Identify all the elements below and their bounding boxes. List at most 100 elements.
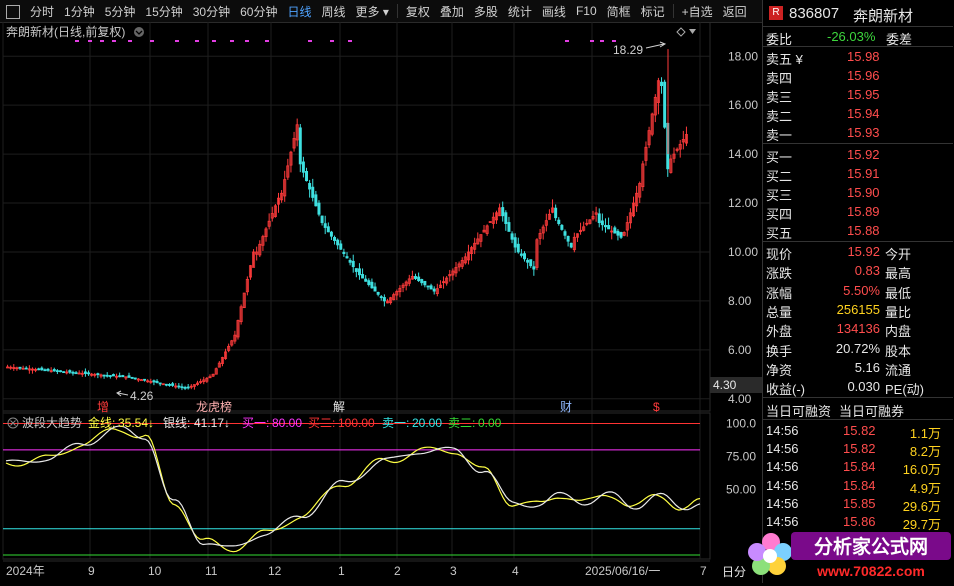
toolbar-button-11[interactable]: 多股	[469, 3, 503, 20]
toolbar-button-10[interactable]: 叠加	[435, 3, 469, 20]
candle[interactable]	[74, 372, 78, 375]
candle[interactable]	[317, 202, 321, 215]
toolbar-button-13[interactable]: 画线	[537, 3, 571, 20]
candle[interactable]	[102, 374, 106, 377]
candle[interactable]	[143, 378, 147, 381]
candle[interactable]	[52, 369, 56, 372]
candle[interactable]	[432, 288, 436, 292]
toolbar-button-3[interactable]: 15分钟	[140, 3, 187, 20]
candle[interactable]	[83, 371, 87, 374]
candle[interactable]	[376, 292, 380, 295]
candle[interactable]	[180, 386, 184, 389]
candle[interactable]	[336, 239, 340, 246]
candle[interactable]	[373, 286, 377, 292]
candle[interactable]	[600, 220, 604, 226]
candle[interactable]	[326, 226, 330, 233]
candle[interactable]	[177, 385, 181, 388]
candle[interactable]	[127, 375, 131, 378]
candle[interactable]	[507, 222, 511, 232]
candle[interactable]	[423, 280, 427, 286]
toolbar-button-8[interactable]: 更多 ▾	[351, 3, 394, 20]
candle[interactable]	[59, 370, 62, 373]
candle[interactable]	[504, 212, 508, 224]
candle[interactable]	[37, 368, 41, 371]
candle[interactable]	[164, 383, 168, 386]
candle[interactable]	[24, 367, 28, 370]
toolbar-button-6[interactable]: 日线	[282, 3, 316, 20]
candle[interactable]	[342, 251, 346, 255]
candle[interactable]	[121, 375, 125, 378]
candle[interactable]	[554, 207, 558, 219]
toolbar-button-1[interactable]: 1分钟	[59, 3, 100, 20]
candle[interactable]	[510, 233, 514, 240]
candle[interactable]	[186, 386, 190, 389]
candle[interactable]	[417, 276, 421, 282]
toolbar-button-17[interactable]: +自选	[677, 3, 718, 20]
candle[interactable]	[603, 225, 607, 228]
candle[interactable]	[426, 285, 430, 288]
candle[interactable]	[183, 387, 187, 389]
event-label[interactable]: 财	[560, 400, 572, 414]
candle[interactable]	[516, 243, 520, 253]
candle[interactable]	[118, 375, 122, 378]
title-dropdown-icon[interactable]	[134, 27, 144, 37]
candle[interactable]	[513, 237, 517, 248]
candle[interactable]	[105, 374, 109, 377]
candle[interactable]	[329, 231, 333, 237]
candle[interactable]	[414, 276, 418, 279]
candle[interactable]	[298, 127, 302, 165]
toolbar-button-14[interactable]: F10	[571, 4, 602, 18]
candle[interactable]	[663, 81, 667, 128]
candle[interactable]	[133, 377, 137, 380]
event-label[interactable]: $	[653, 400, 660, 414]
toolbar-button-15[interactable]: 简框	[602, 3, 636, 20]
candle[interactable]	[607, 225, 611, 230]
toolbar-button-16[interactable]: 标记	[636, 3, 670, 20]
candle[interactable]	[155, 380, 159, 383]
event-label[interactable]: 龙虎榜	[196, 399, 232, 414]
toolbar-button-2[interactable]: 5分钟	[100, 3, 141, 20]
candle[interactable]	[364, 278, 368, 282]
candle[interactable]	[370, 281, 374, 289]
candle[interactable]	[529, 259, 533, 267]
toolbar-button-5[interactable]: 60分钟	[235, 3, 282, 20]
toolbar-button-12[interactable]: 统计	[503, 3, 537, 20]
toolbar-button-4[interactable]: 30分钟	[188, 3, 235, 20]
triangle-down-icon[interactable]	[689, 29, 696, 34]
candle[interactable]	[523, 253, 526, 260]
candle[interactable]	[420, 279, 424, 284]
candle[interactable]	[314, 194, 318, 207]
candle[interactable]	[111, 374, 115, 377]
candle[interactable]	[158, 382, 162, 385]
candle[interactable]	[566, 235, 570, 242]
toolbar-button-7[interactable]: 周线	[316, 3, 350, 20]
event-label[interactable]: 解	[333, 400, 345, 414]
panel-toggle-icon[interactable]	[6, 5, 20, 19]
candle[interactable]	[333, 237, 337, 241]
candle[interactable]	[311, 186, 315, 198]
candle[interactable]	[357, 268, 361, 276]
candle[interactable]	[526, 259, 530, 263]
candle[interactable]	[71, 371, 75, 374]
candlestick-series[interactable]	[6, 49, 688, 391]
candle[interactable]	[597, 213, 601, 224]
candle[interactable]	[301, 161, 305, 173]
candle[interactable]	[339, 243, 343, 250]
toolbar-button-9[interactable]: 复权	[401, 3, 435, 20]
candle[interactable]	[152, 380, 156, 383]
candle[interactable]	[532, 266, 536, 270]
candle[interactable]	[46, 368, 50, 371]
candle[interactable]	[68, 370, 72, 373]
candle[interactable]	[62, 371, 66, 374]
toolbar-button-18[interactable]: 返回	[718, 3, 752, 20]
candle[interactable]	[320, 215, 324, 224]
candle[interactable]	[379, 296, 383, 299]
candle[interactable]	[354, 268, 358, 272]
candle[interactable]	[616, 230, 620, 236]
candle[interactable]	[501, 207, 505, 217]
kline-chart-area[interactable]: 18.0016.0014.0012.0010.008.006.004.00 增龙…	[0, 22, 762, 583]
candle[interactable]	[557, 219, 561, 224]
candle[interactable]	[308, 183, 312, 190]
candle[interactable]	[40, 367, 44, 371]
candle[interactable]	[429, 285, 433, 290]
